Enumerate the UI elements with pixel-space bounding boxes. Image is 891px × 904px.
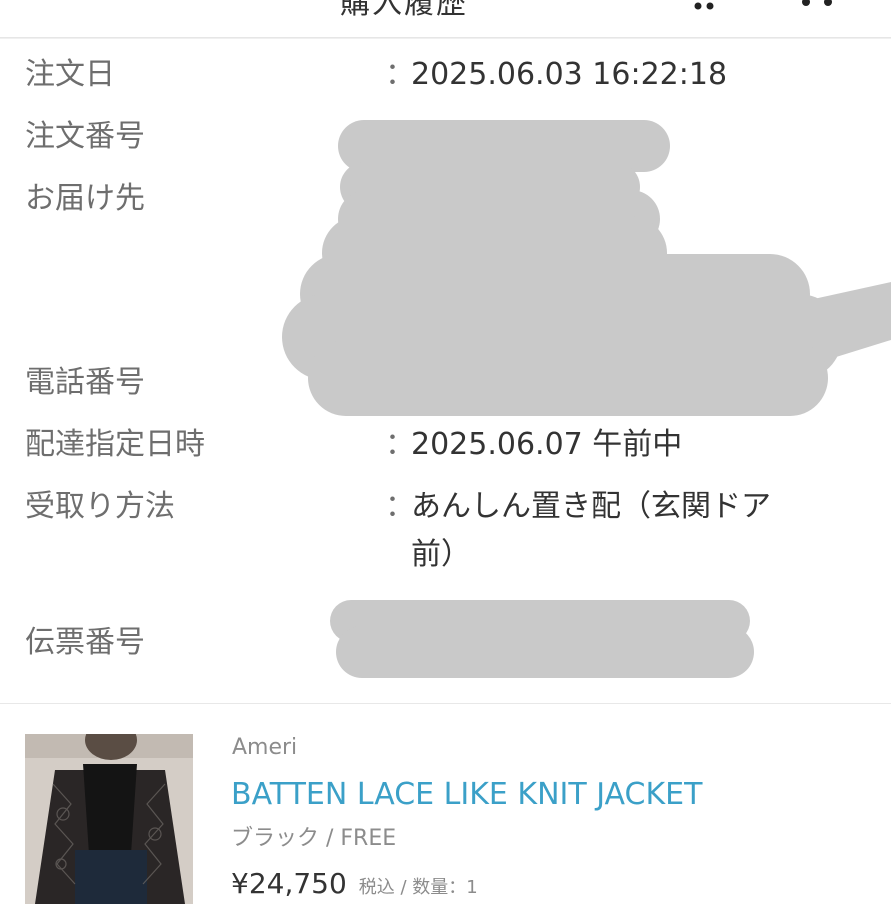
product-item[interactable]: Ameri BATTEN LACE LIKE KNIT JACKET ブラック …: [0, 704, 891, 904]
product-price: ¥24,750: [231, 867, 347, 900]
more-dots-icon[interactable]: [798, 0, 838, 10]
cart-icon[interactable]: [684, 0, 724, 10]
top-header-bar: 購入履歴: [0, 0, 891, 38]
personal-info-redaction: [282, 120, 891, 678]
product-brand: Ameri: [232, 735, 298, 760]
product-variant: ブラック / FREE: [231, 826, 397, 851]
page-title: 購入履歴: [340, 0, 468, 21]
price-line: ¥24,750 税込 / 数量：1: [231, 870, 478, 898]
order-details: 注文日 ： 2025.06.03 16:22:18 注文番号 お届け先 電話番号…: [0, 40, 891, 700]
product-name-link[interactable]: BATTEN LACE LIKE KNIT JACKET: [231, 780, 702, 810]
product-photo: [25, 734, 193, 904]
price-meta: 税込 / 数量：1: [358, 877, 478, 898]
header-divider: [0, 38, 891, 39]
product-thumbnail[interactable]: [25, 734, 193, 904]
